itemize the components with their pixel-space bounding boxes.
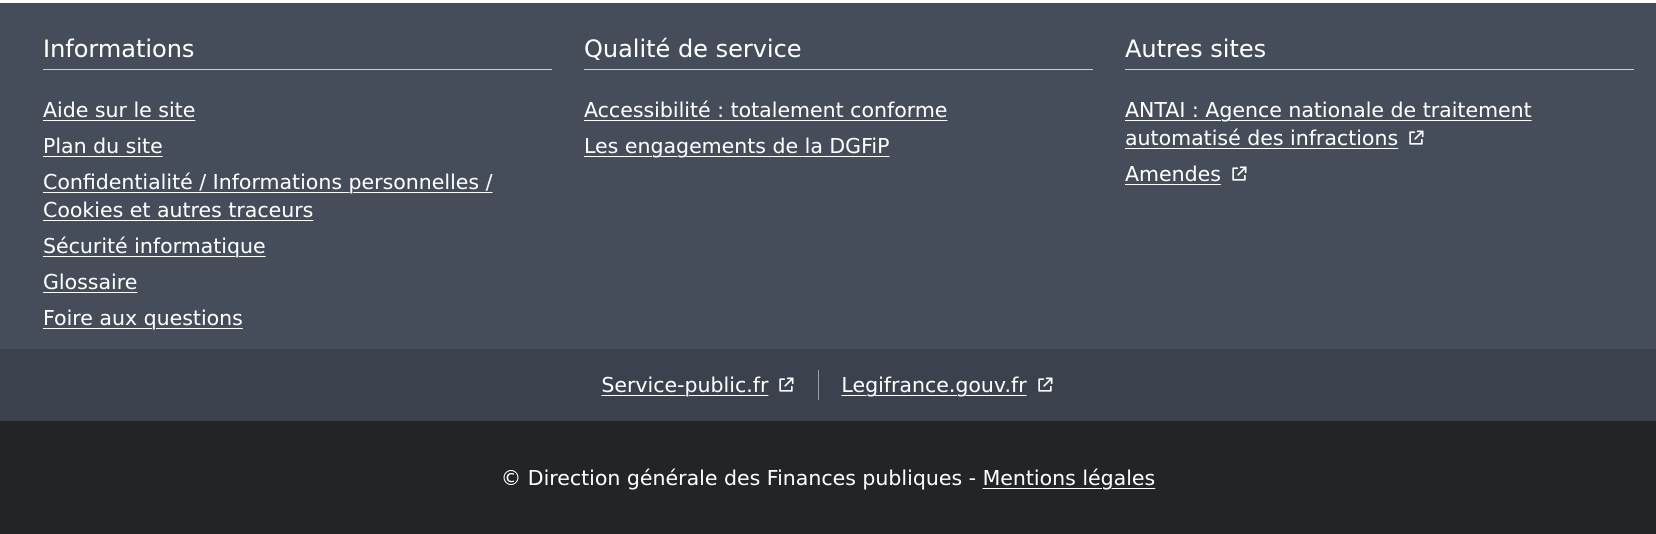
footer-partners: Service-public.fr Legifrance.gouv.fr bbox=[0, 349, 1656, 421]
external-link-icon bbox=[1035, 375, 1055, 395]
link-antai[interactable]: ANTAI : Agence nationale de traitement a… bbox=[1125, 98, 1532, 150]
list-item: Les engagements de la DGFiP bbox=[584, 133, 1093, 161]
external-link-icon bbox=[1406, 128, 1426, 148]
link-amendes[interactable]: Amendes bbox=[1125, 162, 1221, 186]
column-informations: Informations Aide sur le site Plan du si… bbox=[43, 30, 552, 341]
link-legifrance[interactable]: Legifrance.gouv.fr bbox=[841, 373, 1026, 397]
footer-bottom: © Direction générale des Finances publiq… bbox=[0, 421, 1656, 534]
link-list-autres-sites: ANTAI : Agence nationale de traitement a… bbox=[1125, 70, 1634, 189]
link-aide-sur-le-site[interactable]: Aide sur le site bbox=[43, 98, 195, 122]
link-service-public-label: Service-public.fr bbox=[601, 373, 769, 397]
link-service-public[interactable]: Service-public.fr bbox=[601, 373, 768, 397]
link-list-qualite: Accessibilité : totalement conforme Les … bbox=[584, 70, 1093, 161]
link-securite-informatique[interactable]: Sécurité informatique bbox=[43, 234, 266, 258]
footer-main: Informations Aide sur le site Plan du si… bbox=[0, 3, 1656, 349]
link-antai-label: ANTAI : Agence nationale de traitement a… bbox=[1125, 98, 1532, 150]
list-item: Foire aux questions bbox=[43, 305, 552, 333]
list-item: ANTAI : Agence nationale de traitement a… bbox=[1125, 97, 1545, 153]
column-title-autres-sites: Autres sites bbox=[1125, 30, 1634, 70]
list-item: Glossaire bbox=[43, 269, 552, 297]
column-title-qualite-de-service: Qualité de service bbox=[584, 30, 1093, 70]
list-item: Amendes bbox=[1125, 161, 1634, 189]
column-autres-sites: Autres sites ANTAI : Agence nationale de… bbox=[1125, 30, 1634, 341]
copyright-text: © Direction générale des Finances publiq… bbox=[500, 465, 983, 490]
link-confidentialite[interactable]: Confidentialité / Informations personnel… bbox=[43, 170, 493, 222]
link-accessibilite[interactable]: Accessibilité : totalement conforme bbox=[584, 98, 947, 122]
list-item: Plan du site bbox=[43, 133, 552, 161]
footer-columns: Informations Aide sur le site Plan du si… bbox=[43, 30, 1634, 341]
link-engagements-dgfip[interactable]: Les engagements de la DGFiP bbox=[584, 134, 889, 158]
list-item: Accessibilité : totalement conforme bbox=[584, 97, 1093, 125]
column-qualite-de-service: Qualité de service Accessibilité : total… bbox=[584, 30, 1093, 341]
list-item: Aide sur le site bbox=[43, 97, 552, 125]
link-foire-aux-questions[interactable]: Foire aux questions bbox=[43, 306, 243, 330]
list-item: Sécurité informatique bbox=[43, 233, 552, 261]
list-item: Confidentialité / Informations personnel… bbox=[43, 169, 493, 225]
link-list-informations: Aide sur le site Plan du site Confidenti… bbox=[43, 70, 552, 333]
link-plan-du-site[interactable]: Plan du site bbox=[43, 134, 163, 158]
external-link-icon bbox=[1229, 164, 1249, 184]
link-legifrance-label: Legifrance.gouv.fr bbox=[841, 373, 1027, 397]
link-glossaire[interactable]: Glossaire bbox=[43, 270, 137, 294]
link-amendes-label: Amendes bbox=[1125, 162, 1221, 186]
column-title-informations: Informations bbox=[43, 30, 552, 70]
partner-separator bbox=[818, 370, 820, 400]
site-footer: Informations Aide sur le site Plan du si… bbox=[0, 3, 1656, 534]
external-link-icon bbox=[776, 375, 796, 395]
link-mentions-legales[interactable]: Mentions légales bbox=[983, 466, 1156, 490]
